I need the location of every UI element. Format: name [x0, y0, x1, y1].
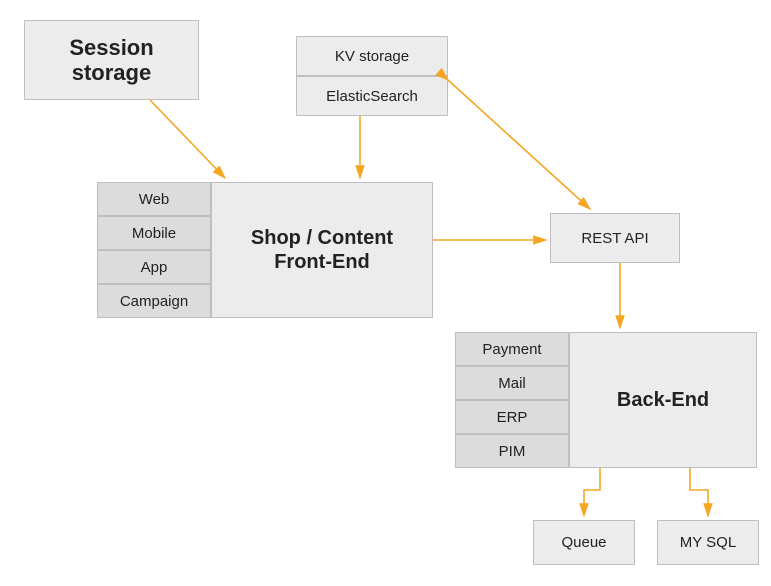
kv-storage-box: KV storage — [296, 36, 448, 76]
backend-box: Back-End — [569, 332, 757, 468]
service-payment: Payment — [455, 332, 569, 366]
arrow-session-to-frontend — [150, 100, 225, 178]
session-storage-box: Session storage — [24, 20, 199, 100]
arrow-storage-restapi — [448, 80, 590, 209]
service-erp: ERP — [455, 400, 569, 434]
arrow-backend-to-mysql — [690, 468, 708, 516]
channel-web: Web — [97, 182, 211, 216]
channel-mobile: Mobile — [97, 216, 211, 250]
elasticsearch-box: ElasticSearch — [296, 76, 448, 116]
queue-box: Queue — [533, 520, 635, 565]
frontend-box: Shop / Content Front-End — [211, 182, 433, 318]
mysql-box: MY SQL — [657, 520, 759, 565]
channel-app: App — [97, 250, 211, 284]
rest-api-box: REST API — [550, 213, 680, 263]
service-pim: PIM — [455, 434, 569, 468]
channel-campaign: Campaign — [97, 284, 211, 318]
service-mail: Mail — [455, 366, 569, 400]
arrow-backend-to-queue — [584, 468, 600, 516]
architecture-diagram: Session storage KV storage ElasticSearch… — [0, 0, 771, 586]
